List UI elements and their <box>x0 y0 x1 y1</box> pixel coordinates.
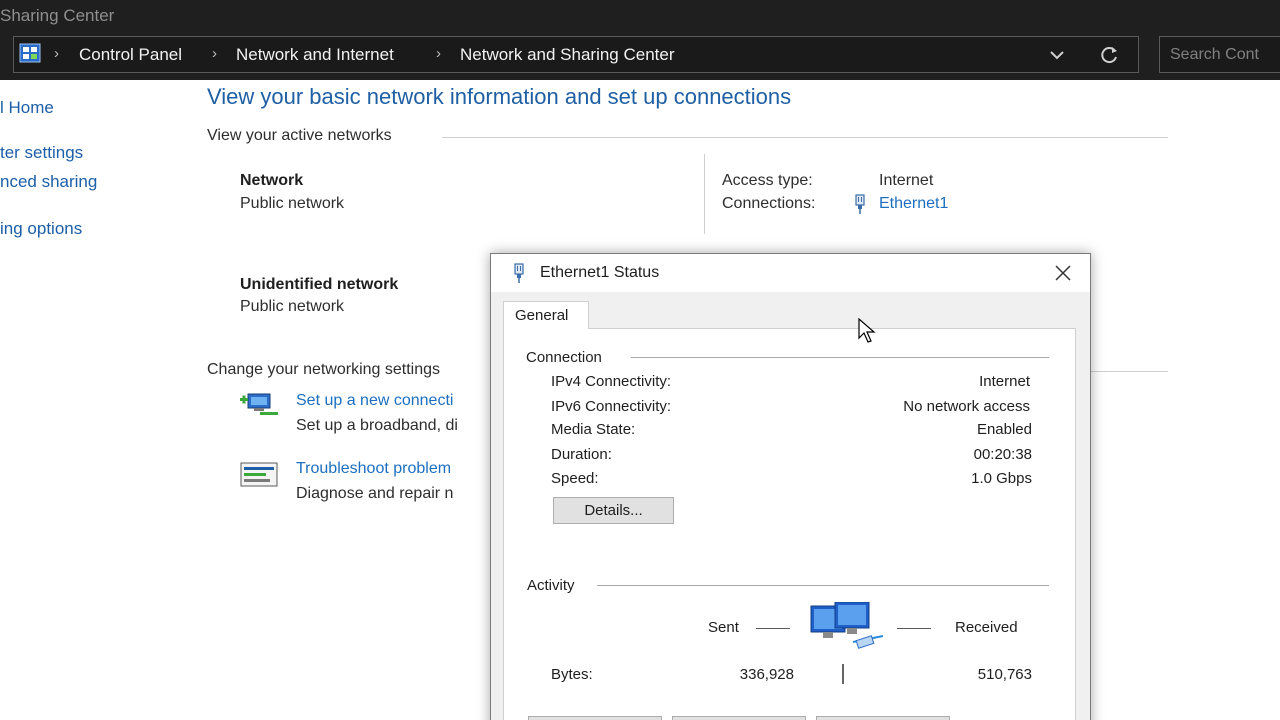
sent-label: Sent <box>708 619 739 636</box>
ethernet-icon <box>514 263 524 283</box>
bytes-sent-value: 336,928 <box>739 666 794 683</box>
ipv6-value: No network access <box>903 398 1030 415</box>
breadcrumb-control-panel[interactable]: Control Panel <box>79 45 182 65</box>
breadcrumb-network-sharing-center[interactable]: Network and Sharing Center <box>460 45 675 65</box>
window-titlebar: Sharing Center <box>0 0 1280 30</box>
activity-heading: Activity <box>527 577 575 594</box>
received-label: Received <box>955 619 1018 636</box>
sidebar-item-home[interactable]: l Home <box>0 98 54 118</box>
breadcrumb-separator-icon: › <box>212 45 217 62</box>
speed-value: 1.0 Gbps <box>971 470 1032 487</box>
ipv6-label: IPv6 Connectivity: <box>551 398 672 415</box>
sidebar-item-media-streaming[interactable]: ing options <box>0 219 82 239</box>
ethernet-icon <box>855 194 865 214</box>
setup-connection-link[interactable]: Set up a new connecti <box>296 392 453 410</box>
troubleshoot-link[interactable]: Troubleshoot problem <box>296 460 451 478</box>
duration-value: 00:20:38 <box>973 446 1032 463</box>
sent-dash <box>756 628 790 629</box>
bytes-divider <box>842 664 844 684</box>
dialog-titlebar[interactable]: Ethernet1 Status <box>491 254 1090 292</box>
received-dash <box>897 628 931 629</box>
chevron-down-icon[interactable] <box>1048 46 1066 64</box>
refresh-icon[interactable] <box>1100 45 1120 65</box>
connections-label: Connections: <box>722 195 816 212</box>
setup-connection-description: Set up a broadband, di <box>296 417 458 434</box>
section-divider <box>1090 371 1168 372</box>
disable-button[interactable] <box>672 716 806 720</box>
ethernet-status-dialog: Ethernet1 Status Connection IPv4 Connect… <box>490 253 1091 720</box>
change-settings-heading: Change your networking settings <box>207 361 441 378</box>
ipv4-value: Internet <box>979 373 1030 390</box>
general-tab-panel: Connection IPv4 Connectivity: Internet I… <box>503 328 1076 720</box>
address-bar[interactable]: › Control Panel › Network and Internet ›… <box>13 36 1139 73</box>
duration-label: Duration: <box>551 446 612 463</box>
network-type-link[interactable]: Public network <box>240 195 344 213</box>
media-state-value: Enabled <box>976 421 1032 438</box>
media-state-label: Media State: <box>551 421 636 438</box>
page-title: View your basic network information and … <box>207 84 792 109</box>
network-name: Network <box>240 172 304 189</box>
tab-general[interactable]: General <box>503 301 589 329</box>
network-type-link[interactable]: Public network <box>240 298 344 316</box>
breadcrumb-separator-icon: › <box>436 45 441 62</box>
connection-divider <box>631 357 1049 358</box>
sidebar-item-adapter-settings[interactable]: ter settings <box>0 143 83 163</box>
access-type-value: Internet <box>879 172 934 189</box>
active-networks-heading: View your active networks <box>207 127 392 144</box>
address-row: › Control Panel › Network and Internet ›… <box>0 30 1280 80</box>
dialog-title: Ethernet1 Status <box>540 264 660 281</box>
search-input[interactable] <box>1170 44 1280 66</box>
activity-divider <box>597 585 1049 586</box>
control-panel-icon <box>19 43 41 63</box>
network-name: Unidentified network <box>240 276 399 293</box>
new-connection-icon <box>240 393 278 415</box>
sidebar-item-advanced-sharing[interactable]: nced sharing <box>0 172 97 192</box>
ipv4-label: IPv4 Connectivity: <box>551 373 672 390</box>
breadcrumb-network-and-internet[interactable]: Network and Internet <box>236 45 394 65</box>
ethernet1-link[interactable]: Ethernet1 <box>879 195 948 213</box>
close-icon[interactable] <box>1053 263 1073 283</box>
troubleshoot-icon <box>240 462 278 487</box>
troubleshoot-description: Diagnose and repair n <box>296 485 454 502</box>
bytes-received-value: 510,763 <box>977 666 1032 683</box>
network-activity-icon <box>810 602 884 649</box>
access-type-label: Access type: <box>722 172 813 189</box>
section-divider <box>442 137 1168 138</box>
bytes-label: Bytes: <box>551 666 593 683</box>
speed-label: Speed: <box>551 470 599 487</box>
window-title: Sharing Center <box>0 6 115 25</box>
network-divider <box>704 154 705 234</box>
connection-heading: Connection <box>526 349 602 366</box>
search-box[interactable] <box>1159 36 1280 73</box>
diagnose-button[interactable] <box>816 716 950 720</box>
breadcrumb-separator-icon: › <box>54 45 59 62</box>
mouse-cursor-icon <box>858 318 876 343</box>
properties-button[interactable] <box>528 716 662 720</box>
details-button[interactable]: Details... <box>553 497 674 524</box>
